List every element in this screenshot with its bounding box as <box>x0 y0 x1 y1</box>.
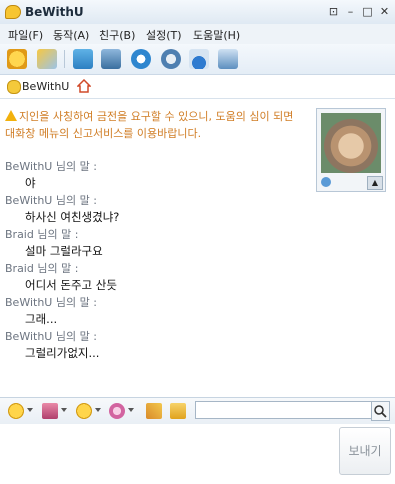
chevron-down-icon[interactable] <box>95 408 101 412</box>
emoticon-icon[interactable] <box>8 403 24 419</box>
message-text: 어디서 돈주고 산듯 <box>25 278 117 292</box>
input-toolbar <box>0 397 395 425</box>
window-title: BeWithU <box>25 5 84 19</box>
message-list: BeWithU 님의 말 : 야 BeWithU 님의 말 : 하사신 여친생겼… <box>5 158 305 362</box>
chat-header: BeWithU <box>0 75 395 99</box>
toolbar-divider <box>64 50 65 68</box>
warning-text: 지인을 사칭하여 금전을 요구할 수 있으니, 도움의 심이 되면 대화창 메뉴… <box>5 110 294 140</box>
search-icon <box>374 405 387 418</box>
avatar[interactable] <box>321 113 381 173</box>
message: BeWithU 님의 말 : 하사신 여친생겼냐? <box>5 192 305 226</box>
message-text: 야 <box>25 176 36 190</box>
menu-friend[interactable]: 친구(B) <box>99 27 135 43</box>
message-text: 그래... <box>25 312 58 326</box>
search-button[interactable] <box>371 401 390 421</box>
pin-icon[interactable]: ⊡ <box>327 5 340 18</box>
message-text: 하사신 여친생겼냐? <box>25 210 120 224</box>
message-text: 설마 그럴라구요 <box>25 244 103 258</box>
add-friend-icon[interactable] <box>7 49 27 69</box>
gift-icon[interactable] <box>42 403 58 419</box>
warning-icon <box>5 110 17 121</box>
screen-share-icon[interactable] <box>101 49 121 69</box>
chevron-down-icon[interactable] <box>128 408 134 412</box>
message-text: 그럴리가없지... <box>25 346 100 360</box>
menu-bar: 파일(F) 동작(A) 친구(B) 설정(T) 도움말(H) <box>0 24 395 44</box>
message: Braid 님의 말 : 어디서 돈주고 산듯 <box>5 260 305 294</box>
maximize-icon[interactable]: □ <box>361 5 374 18</box>
message-sender: BeWithU 님의 말 : <box>5 330 97 343</box>
voice-chat-icon[interactable] <box>189 49 209 69</box>
send-photo-icon[interactable] <box>73 49 93 69</box>
avatar-settings-icon[interactable] <box>321 177 331 187</box>
font-icon[interactable] <box>170 403 186 419</box>
invite-icon[interactable] <box>37 49 57 69</box>
message-sender: Braid 님의 말 : <box>5 228 79 241</box>
menu-action[interactable]: 동작(A) <box>53 27 89 43</box>
message: BeWithU 님의 말 : 그래... <box>5 294 305 328</box>
chevron-down-icon[interactable] <box>27 408 33 412</box>
menu-help[interactable]: 도움말(H) <box>193 27 240 43</box>
home-icon[interactable] <box>77 79 91 93</box>
chevron-down-icon[interactable] <box>61 408 67 412</box>
collapse-icon[interactable]: ▲ <box>367 176 383 190</box>
message: BeWithU 님의 말 : 그럴리가없지... <box>5 328 305 362</box>
message-sender: BeWithU 님의 말 : <box>5 194 97 207</box>
pen-icon[interactable] <box>146 403 162 419</box>
message: BeWithU 님의 말 : 야 <box>5 158 305 192</box>
message: Braid 님의 말 : 설마 그럴라구요 <box>5 226 305 260</box>
toolbar <box>0 44 395 75</box>
buddy-status-icon <box>7 80 21 94</box>
search-input[interactable] <box>195 401 375 419</box>
message-sender: BeWithU 님의 말 : <box>5 160 97 173</box>
message-sender: BeWithU 님의 말 : <box>5 296 97 309</box>
chat-bubble-icon <box>5 5 21 19</box>
avatar-panel: ▲ <box>316 108 386 192</box>
flower-icon[interactable] <box>109 403 125 419</box>
warning-notice: 지인을 사칭하여 금전을 요구할 수 있으니, 도움의 심이 되면 대화창 메뉴… <box>5 108 305 142</box>
menu-settings[interactable]: 설정(T) <box>146 27 182 43</box>
flash-con-icon[interactable] <box>76 403 92 419</box>
close-icon[interactable]: ✕ <box>378 5 391 18</box>
message-compose-area[interactable] <box>0 424 395 484</box>
title-bar: BeWithU ⊡ – □ ✕ <box>0 0 395 25</box>
webcam-icon[interactable] <box>161 49 181 69</box>
minimize-icon[interactable]: – <box>344 5 357 18</box>
send-button[interactable]: 보내기 <box>339 427 391 475</box>
search-users-icon[interactable] <box>218 49 238 69</box>
message-sender: Braid 님의 말 : <box>5 262 79 275</box>
clock-icon[interactable] <box>131 49 151 69</box>
menu-file[interactable]: 파일(F) <box>8 27 43 43</box>
buddy-name[interactable]: BeWithU <box>22 80 69 93</box>
